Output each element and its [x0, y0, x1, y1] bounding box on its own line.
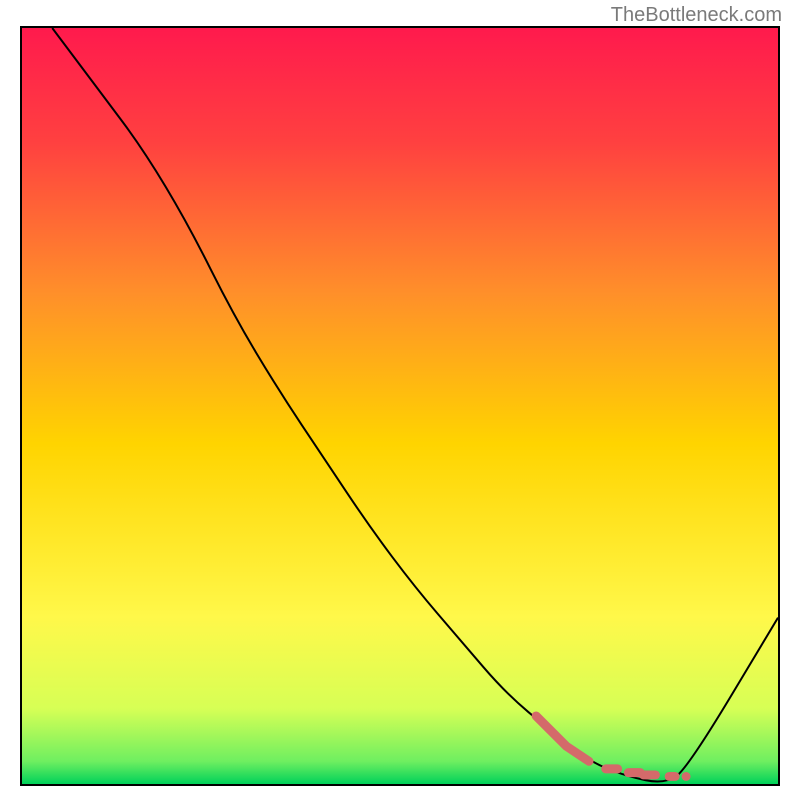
chart-plot-area: [22, 28, 778, 784]
chart-frame: [20, 26, 780, 786]
watermark-text: TheBottleneck.com: [611, 4, 782, 27]
highlight-dot: [682, 772, 691, 781]
